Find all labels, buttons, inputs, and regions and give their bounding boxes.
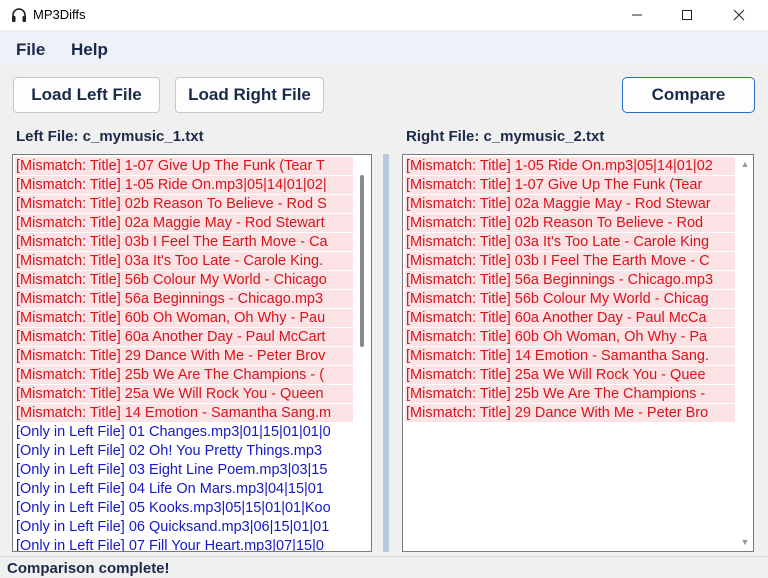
right-file-list[interactable]: [Mismatch: Title] 1-05 Ride On.mp3|05|14… [402,154,754,552]
list-item[interactable]: [Mismatch: Title] 03b I Feel The Earth M… [405,252,735,271]
scroll-up-arrow-icon[interactable]: ▲ [740,159,750,169]
close-button[interactable] [716,0,762,30]
list-item[interactable]: [Mismatch: Title] 25b We Are The Champio… [15,366,353,385]
list-item[interactable]: [Mismatch: Title] 56b Colour My World - … [405,290,735,309]
compare-button[interactable]: Compare [622,77,755,113]
list-item[interactable]: [Mismatch: Title] 03a It's Too Late - Ca… [405,233,735,252]
list-item[interactable]: [Mismatch: Title] 60b Oh Woman, Oh Why -… [15,309,353,328]
list-item[interactable]: [Mismatch: Title] 60a Another Day - Paul… [405,309,735,328]
list-item[interactable]: [Mismatch: Title] 29 Dance With Me - Pet… [405,404,735,423]
window-title: MP3Diffs [33,7,86,22]
list-item[interactable]: [Mismatch: Title] 02a Maggie May - Rod S… [15,214,353,233]
list-item[interactable]: [Mismatch: Title] 25a We Will Rock You -… [405,366,735,385]
list-item[interactable]: [Mismatch: Title] 02b Reason To Believe … [405,214,735,233]
list-item[interactable]: [Mismatch: Title] 25b We Are The Champio… [405,385,735,404]
left-list-scrollbar[interactable] [355,155,371,551]
list-item[interactable]: [Mismatch: Title] 25a We Will Rock You -… [15,385,353,404]
menu-bar: File Help [0,30,768,66]
list-item[interactable]: [Mismatch: Title] 03a It's Too Late - Ca… [15,252,353,271]
list-item[interactable]: [Mismatch: Title] 56b Colour My World - … [15,271,353,290]
list-item[interactable]: [Mismatch: Title] 14 Emotion - Samantha … [405,347,735,366]
list-item[interactable]: [Only in Left File] 02 Oh! You Pretty Th… [15,442,353,461]
list-item[interactable]: [Mismatch: Title] 1-07 Give Up The Funk … [15,157,353,176]
maximize-button[interactable] [664,0,710,30]
left-list-scroll-thumb[interactable] [360,175,364,347]
list-item[interactable]: [Only in Left File] 03 Eight Line Poem.m… [15,461,353,480]
list-item[interactable]: [Mismatch: Title] 02b Reason To Believe … [15,195,353,214]
list-item[interactable]: [Mismatch: Title] 56a Beginnings - Chica… [405,271,735,290]
minimize-button[interactable] [614,0,660,30]
list-item[interactable]: [Mismatch: Title] 60b Oh Woman, Oh Why -… [405,328,735,347]
list-item[interactable]: [Only in Left File] 04 Life On Mars.mp3|… [15,480,353,499]
list-item[interactable]: [Mismatch: Title] 1-05 Ride On.mp3|05|14… [405,157,735,176]
list-item[interactable]: [Mismatch: Title] 02a Maggie May - Rod S… [405,195,735,214]
close-icon [733,9,745,21]
load-left-file-button[interactable]: Load Left File [13,77,160,113]
list-item[interactable]: [Mismatch: Title] 1-05 Ride On.mp3|05|14… [15,176,353,195]
scroll-down-arrow-icon[interactable]: ▼ [740,537,750,547]
list-item[interactable]: [Only in Left File] 07 Fill Your Heart.m… [15,537,353,551]
list-item[interactable]: [Only in Left File] 05 Kooks.mp3|05|15|0… [15,499,353,518]
load-right-file-button[interactable]: Load Right File [175,77,324,113]
status-bar: Comparison complete! [0,556,768,578]
title-bar: MP3Diffs [0,0,768,30]
right-file-label: Right File: c_mymusic_2.txt [406,128,605,145]
list-item[interactable]: [Only in Left File] 06 Quicksand.mp3|06|… [15,518,353,537]
status-text: Comparison complete! [7,560,170,577]
maximize-icon [682,10,692,20]
list-item[interactable]: [Mismatch: Title] 14 Emotion - Samantha … [15,404,353,423]
list-item[interactable]: [Mismatch: Title] 56a Beginnings - Chica… [15,290,353,309]
menu-help[interactable]: Help [71,40,108,60]
list-item[interactable]: [Mismatch: Title] 60a Another Day - Paul… [15,328,353,347]
list-item[interactable]: [Only in Left File] 01 Changes.mp3|01|15… [15,423,353,442]
headphones-icon [10,6,28,24]
left-file-label: Left File: c_mymusic_1.txt [16,128,204,145]
list-item[interactable]: [Mismatch: Title] 03b I Feel The Earth M… [15,233,353,252]
minimize-icon [632,14,642,16]
list-item[interactable]: [Mismatch: Title] 1-07 Give Up The Funk … [405,176,735,195]
left-file-list[interactable]: [Mismatch: Title] 1-07 Give Up The Funk … [12,154,372,552]
list-item[interactable]: [Mismatch: Title] 29 Dance With Me - Pet… [15,347,353,366]
menu-file[interactable]: File [16,40,45,60]
pane-splitter[interactable] [383,154,389,552]
right-list-scrollbar[interactable]: ▲ ▼ [737,155,753,551]
